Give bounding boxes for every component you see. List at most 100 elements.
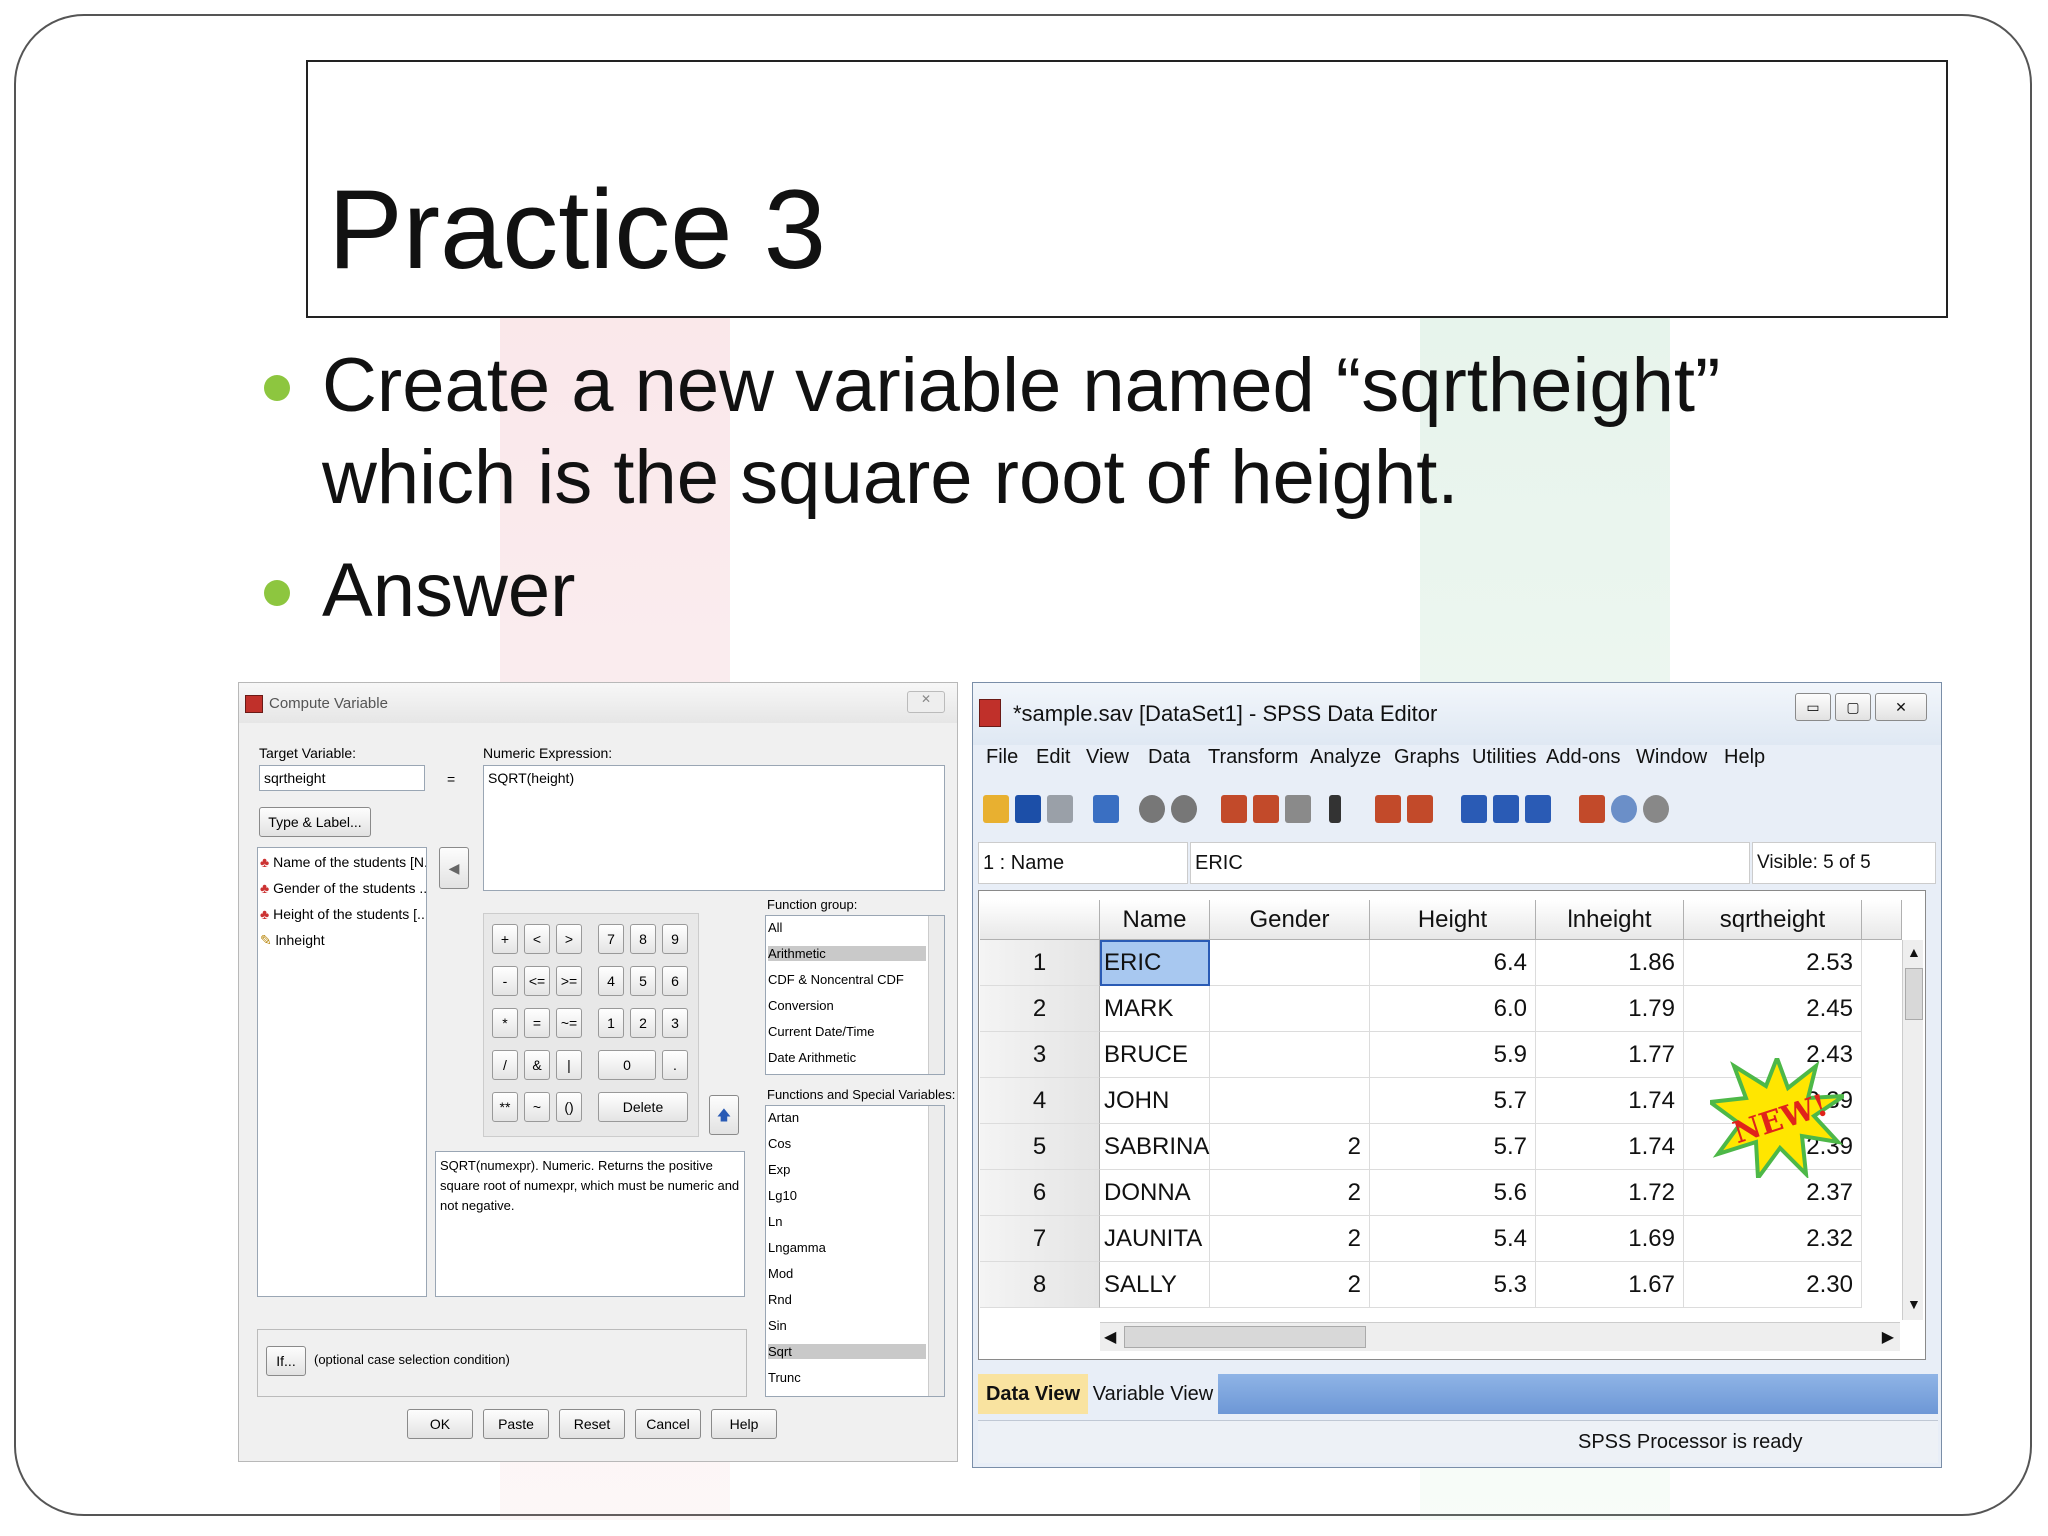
row-number[interactable]: 4: [980, 1078, 1100, 1124]
column-header[interactable]: sqrtheight: [1684, 900, 1862, 940]
variables-icon[interactable]: [1285, 795, 1311, 823]
redo-icon[interactable]: [1171, 795, 1197, 823]
function-item[interactable]: Mod: [768, 1266, 793, 1281]
function-group-item[interactable]: Current Date/Time: [768, 1024, 874, 1039]
undo-icon[interactable]: [1139, 795, 1165, 823]
keypad-button[interactable]: =: [524, 1008, 550, 1038]
name-cell[interactable]: MARK: [1100, 986, 1210, 1032]
height-cell[interactable]: 5.3: [1370, 1262, 1536, 1308]
column-header[interactable]: Height: [1370, 900, 1536, 940]
menu-graphs[interactable]: Graphs: [1394, 746, 1460, 769]
height-cell[interactable]: 5.9: [1370, 1032, 1536, 1078]
row-number[interactable]: 3: [980, 1032, 1100, 1078]
save-icon[interactable]: [1015, 795, 1041, 823]
delete-button[interactable]: Delete: [598, 1092, 688, 1122]
name-cell[interactable]: JOHN: [1100, 1078, 1210, 1124]
type-label-button[interactable]: Type & Label...: [259, 807, 371, 837]
keypad-button[interactable]: 0: [598, 1050, 656, 1080]
weight-cases-icon[interactable]: [1493, 795, 1519, 823]
row-number[interactable]: 6: [980, 1170, 1100, 1216]
row-number[interactable]: 7: [980, 1216, 1100, 1262]
function-item[interactable]: Sqrt: [768, 1344, 926, 1359]
horizontal-scrollbar[interactable]: ◀ ▶: [1100, 1322, 1900, 1351]
function-group-item[interactable]: All: [768, 920, 782, 935]
name-cell[interactable]: JAUNITA: [1100, 1216, 1210, 1262]
keypad-button[interactable]: 5: [630, 966, 656, 996]
variable-item[interactable]: ♣ Name of the students [N...: [260, 854, 426, 870]
lnheight-cell[interactable]: 1.74: [1536, 1124, 1684, 1170]
keypad-button[interactable]: |: [556, 1050, 582, 1080]
variable-item[interactable]: ♣ Gender of the students ...: [260, 880, 426, 896]
functions-list[interactable]: Artan Cos Exp Lg10 Ln Lngamma Mod Rnd Si…: [765, 1105, 945, 1397]
keypad-button[interactable]: 3: [662, 1008, 688, 1038]
menu-window[interactable]: Window: [1636, 746, 1707, 769]
maximize-button[interactable]: ▢: [1835, 693, 1871, 721]
paste-button[interactable]: Paste: [483, 1409, 549, 1439]
column-header[interactable]: lnheight: [1536, 900, 1684, 940]
scroll-thumb[interactable]: [1905, 968, 1923, 1020]
lnheight-cell[interactable]: 1.67: [1536, 1262, 1684, 1308]
gender-cell[interactable]: [1210, 986, 1370, 1032]
menu-transform[interactable]: Transform: [1208, 746, 1298, 769]
name-cell[interactable]: SALLY: [1100, 1262, 1210, 1308]
sqrtheight-cell[interactable]: 2.30: [1684, 1262, 1862, 1308]
keypad-button[interactable]: +: [492, 924, 518, 954]
keypad-button[interactable]: 8: [630, 924, 656, 954]
goto-variable-icon[interactable]: [1253, 795, 1279, 823]
keypad-button[interactable]: ~=: [556, 1008, 582, 1038]
keypad-button[interactable]: >=: [556, 966, 582, 996]
scrollbar[interactable]: [928, 916, 944, 1074]
function-group-list[interactable]: All Arithmetic CDF & Noncentral CDF Conv…: [765, 915, 945, 1075]
function-item[interactable]: Sin: [768, 1318, 787, 1333]
sqrtheight-cell[interactable]: 2.45: [1684, 986, 1862, 1032]
function-group-item[interactable]: CDF & Noncentral CDF: [768, 972, 904, 987]
gender-cell[interactable]: 2: [1210, 1262, 1370, 1308]
goto-case-icon[interactable]: [1221, 795, 1247, 823]
reset-button[interactable]: Reset: [559, 1409, 625, 1439]
minimize-button[interactable]: ▭: [1795, 693, 1831, 721]
close-button[interactable]: ✕: [1875, 693, 1927, 721]
vertical-scrollbar[interactable]: ▲ ▼: [1902, 940, 1923, 1320]
print-icon[interactable]: [1047, 795, 1073, 823]
if-button[interactable]: If...: [266, 1346, 306, 1376]
row-number[interactable]: 2: [980, 986, 1100, 1032]
gender-cell[interactable]: 2: [1210, 1216, 1370, 1262]
height-cell[interactable]: 5.4: [1370, 1216, 1536, 1262]
keypad-button[interactable]: **: [492, 1092, 518, 1122]
keypad-button[interactable]: 9: [662, 924, 688, 954]
keypad-button[interactable]: <=: [524, 966, 550, 996]
lnheight-cell[interactable]: 1.79: [1536, 986, 1684, 1032]
open-icon[interactable]: [983, 795, 1009, 823]
use-sets-icon[interactable]: [1611, 795, 1637, 823]
target-variable-input[interactable]: [259, 765, 425, 791]
menu-utilities[interactable]: Utilities: [1472, 746, 1536, 769]
find-icon[interactable]: [1329, 795, 1341, 823]
keypad-button[interactable]: 6: [662, 966, 688, 996]
scroll-thumb[interactable]: [1124, 1326, 1366, 1348]
menu-add-ons[interactable]: Add-ons: [1546, 746, 1621, 769]
sqrtheight-cell[interactable]: 2.53: [1684, 940, 1862, 986]
keypad-button[interactable]: 4: [598, 966, 624, 996]
tab-variable-view[interactable]: Variable View: [1088, 1374, 1218, 1414]
function-item[interactable]: Ln: [768, 1214, 782, 1229]
value-labels-icon[interactable]: [1579, 795, 1605, 823]
menu-help[interactable]: Help: [1724, 746, 1765, 769]
variable-item[interactable]: ✎ lnheight: [260, 932, 325, 949]
function-item[interactable]: Lg10: [768, 1188, 797, 1203]
scroll-right-icon[interactable]: ▶: [1882, 1327, 1894, 1347]
height-cell[interactable]: 6.0: [1370, 986, 1536, 1032]
row-number[interactable]: 8: [980, 1262, 1100, 1308]
function-item[interactable]: Rnd: [768, 1292, 792, 1307]
close-icon[interactable]: ✕: [907, 691, 945, 713]
scroll-down-icon[interactable]: ▼: [1907, 1296, 1921, 1312]
keypad-button[interactable]: &: [524, 1050, 550, 1080]
gender-cell[interactable]: 2: [1210, 1124, 1370, 1170]
scroll-left-icon[interactable]: ◀: [1104, 1327, 1116, 1347]
menu-analyze[interactable]: Analyze: [1310, 746, 1381, 769]
gender-cell[interactable]: 2: [1210, 1170, 1370, 1216]
show-all-variables-icon[interactable]: [1643, 795, 1669, 823]
row-number[interactable]: 1: [980, 940, 1100, 986]
column-header[interactable]: Gender: [1210, 900, 1370, 940]
lnheight-cell[interactable]: 1.77: [1536, 1032, 1684, 1078]
insert-variable-icon[interactable]: [1407, 795, 1433, 823]
